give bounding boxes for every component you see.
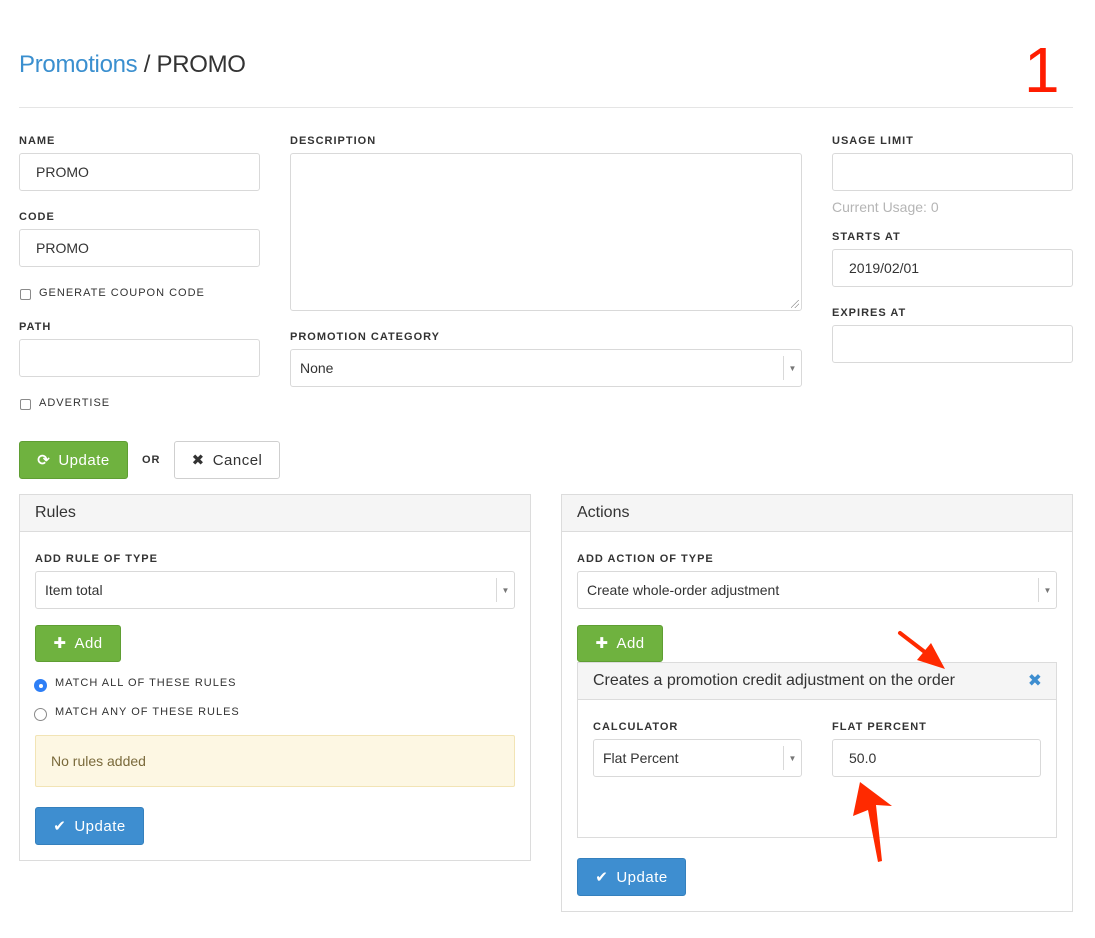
arrow-annotation-icon [853, 782, 892, 862]
arrow-annotation-icon [898, 631, 945, 669]
annotation-arrows [853, 631, 945, 862]
